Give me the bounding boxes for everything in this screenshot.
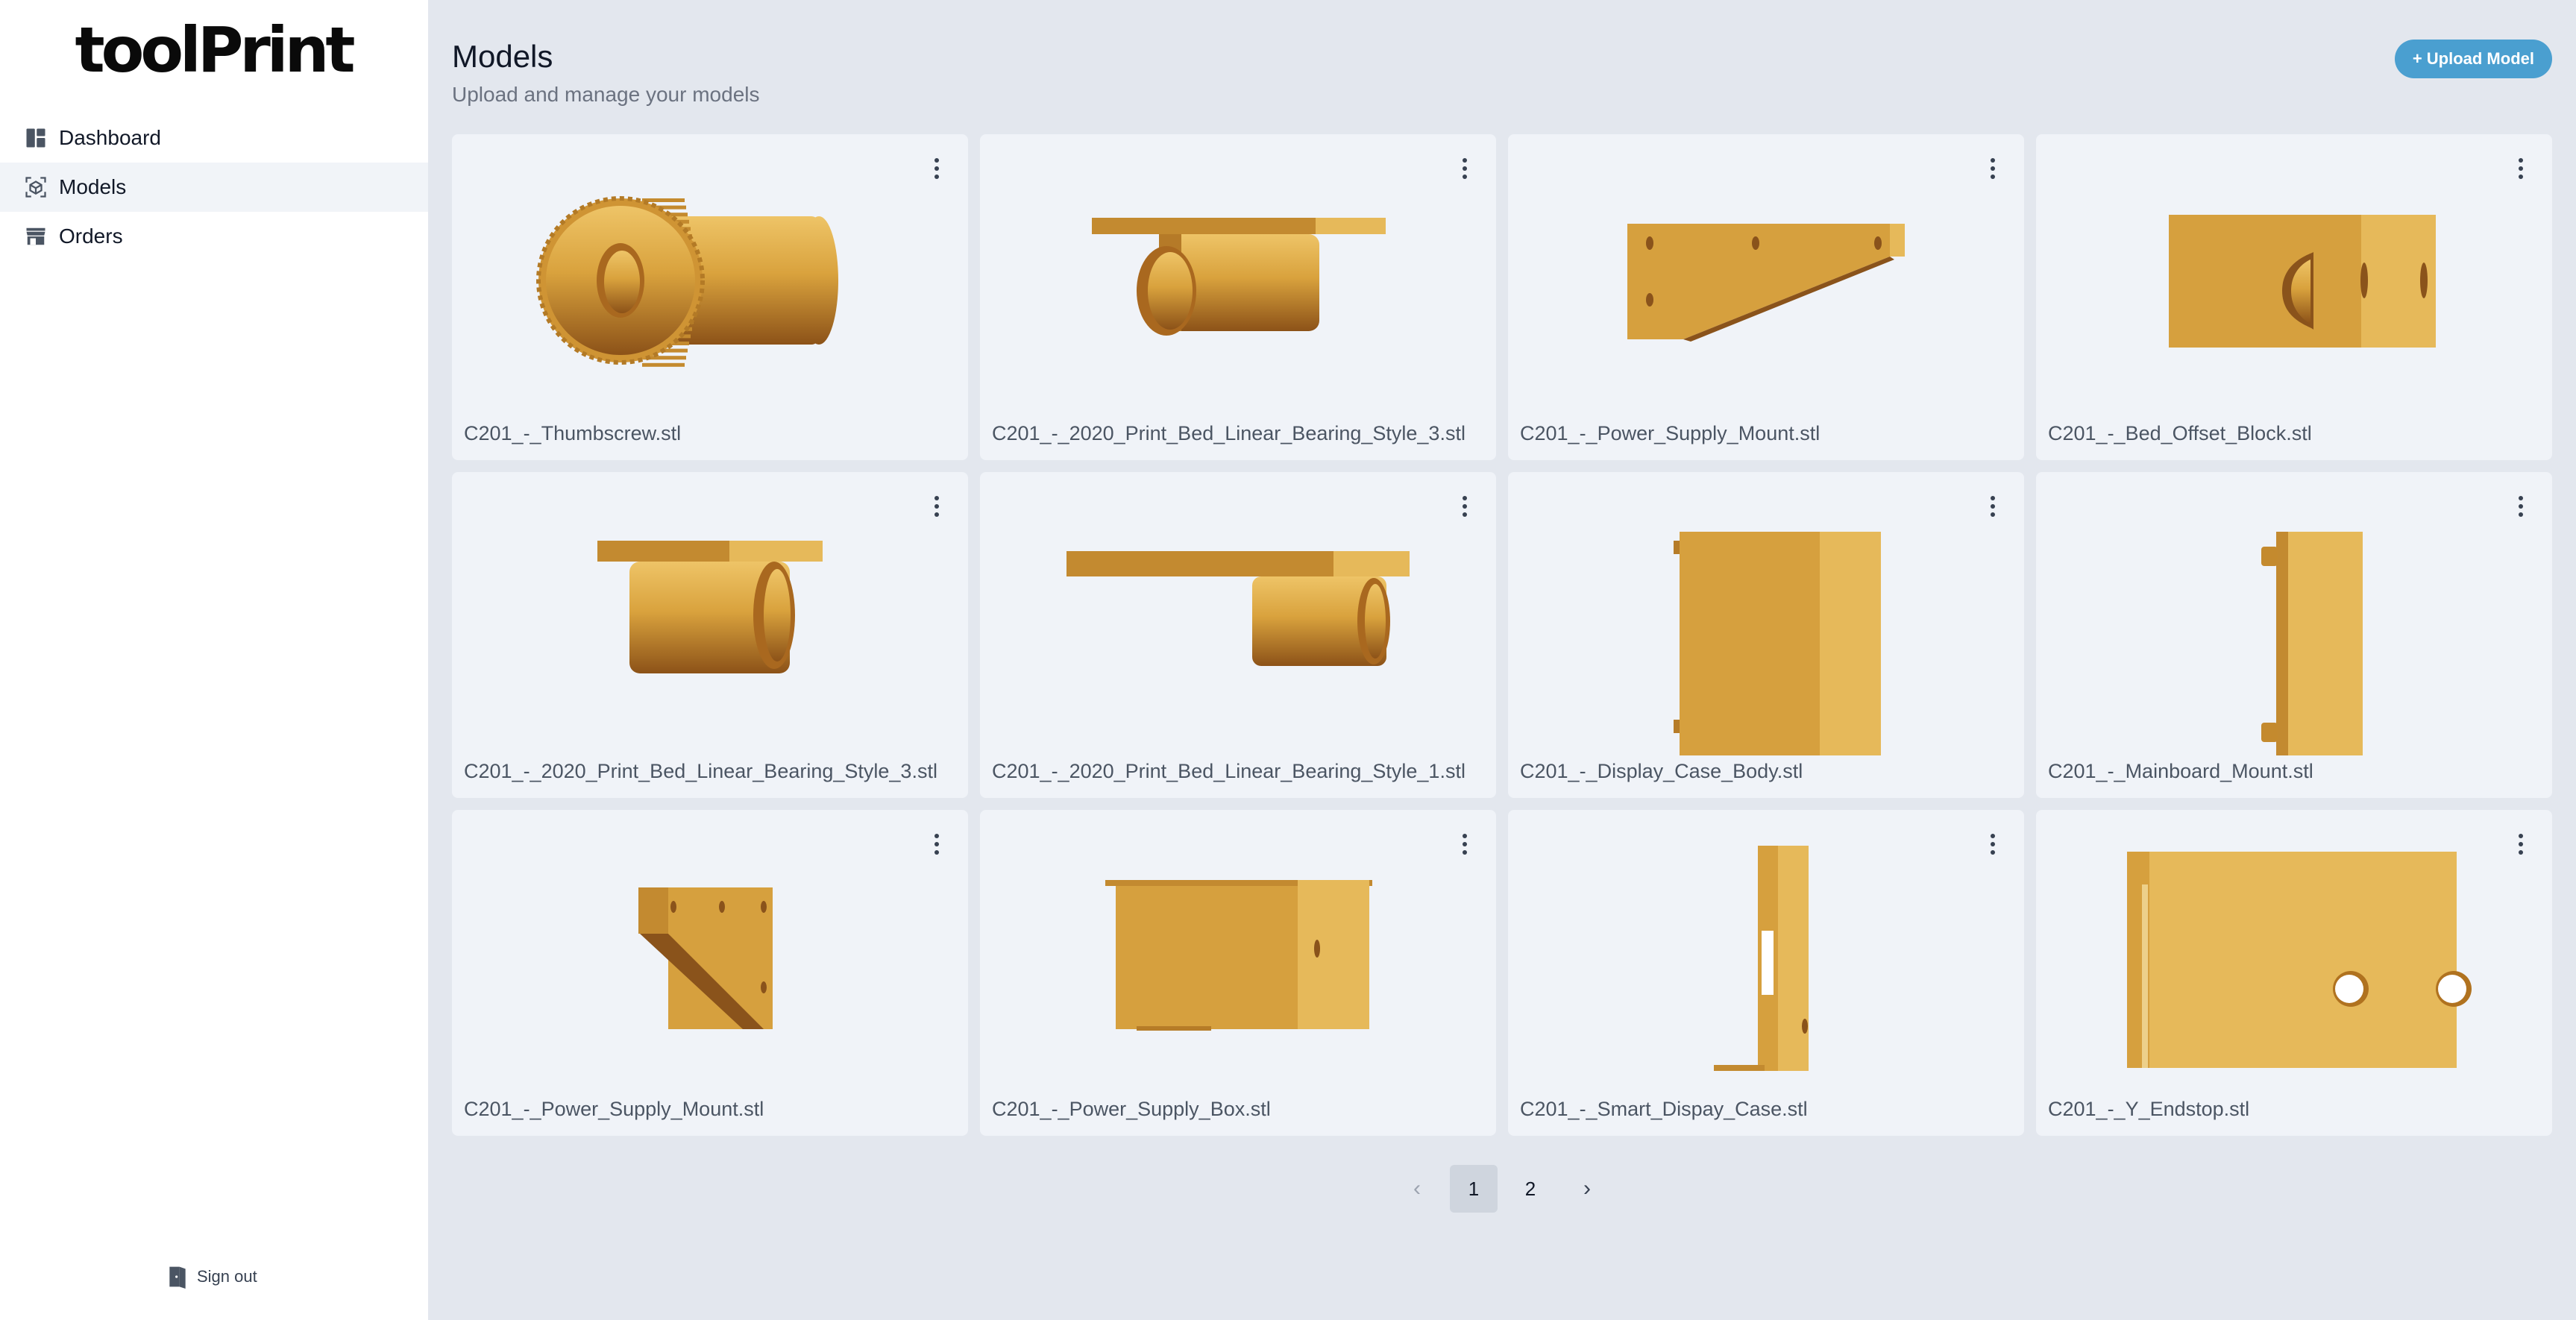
model-preview-image[interactable] (2036, 472, 2552, 755)
model-card[interactable]: C201_-_Thumbscrew.stl (452, 134, 968, 460)
model-card[interactable]: C201_-_2020_Print_Bed_Linear_Bearing_Sty… (452, 472, 968, 798)
pagination: ‹ 1 2 › (428, 1165, 2576, 1213)
model-file-name: C201_-_Smart_Dispay_Case.stl (1520, 1098, 1808, 1120)
model-preview-image[interactable] (452, 810, 968, 1093)
more-options-icon[interactable] (2512, 494, 2530, 518)
sidebar: toolPrint Dashboard Models Orders Sign o… (0, 0, 428, 1320)
model-file-name: C201_-_2020_Print_Bed_Linear_Bearing_Sty… (992, 760, 1466, 782)
main-content: Models Upload and manage your models + U… (428, 0, 2576, 1320)
model-card[interactable]: C201_-_Mainboard_Mount.stl (2036, 472, 2552, 798)
logo[interactable]: toolPrint (75, 13, 355, 87)
sidebar-item-orders[interactable]: Orders (0, 212, 428, 261)
model-preview-image[interactable] (980, 472, 1496, 755)
more-options-icon[interactable] (928, 832, 946, 856)
model-preview-image[interactable] (980, 134, 1496, 418)
model-preview-image[interactable] (1508, 472, 2024, 755)
more-options-icon[interactable] (928, 494, 946, 518)
more-options-icon[interactable] (1456, 157, 1474, 180)
sidebar-item-label: Orders (59, 224, 123, 248)
more-options-icon[interactable] (1456, 494, 1474, 518)
store-icon (25, 225, 47, 248)
model-card[interactable]: C201_-_2020_Print_Bed_Linear_Bearing_Sty… (980, 472, 1496, 798)
dashboard-icon (25, 127, 47, 149)
more-options-icon[interactable] (2512, 832, 2530, 856)
model-preview-image[interactable] (2036, 810, 2552, 1093)
more-options-icon[interactable] (1984, 832, 2002, 856)
more-options-icon[interactable] (1984, 157, 2002, 180)
model-file-name: C201_-_Y_Endstop.stl (2048, 1098, 2250, 1120)
model-card[interactable]: C201_-_Power_Supply_Mount.stl (1508, 134, 2024, 460)
model-card[interactable]: C201_-_Y_Endstop.stl (2036, 810, 2552, 1136)
prev-page-button[interactable]: ‹ (1393, 1165, 1441, 1213)
sidebar-item-dashboard[interactable]: Dashboard (0, 113, 428, 163)
page-2-button[interactable]: 2 (1507, 1165, 1554, 1213)
model-file-name: C201_-_Display_Case_Body.stl (1520, 760, 1803, 782)
sidebar-nav: Dashboard Models Orders (0, 113, 428, 261)
model-grid: C201_-_Thumbscrew.stl C201_-_2020_Print_… (452, 134, 2554, 1136)
model-card[interactable]: C201_-_Display_Case_Body.stl (1508, 472, 2024, 798)
model-preview-image[interactable] (980, 810, 1496, 1093)
model-file-name: C201_-_Power_Supply_Mount.stl (464, 1098, 764, 1120)
model-file-name: C201_-_Mainboard_Mount.stl (2048, 760, 2313, 782)
upload-model-button[interactable]: + Upload Model (2394, 40, 2552, 78)
sidebar-item-label: Dashboard (59, 126, 161, 149)
door-exit-icon (169, 1266, 186, 1289)
next-page-button[interactable]: › (1563, 1165, 1611, 1213)
model-preview-image[interactable] (452, 134, 968, 418)
page-title: Models (452, 39, 553, 74)
sign-out-label: Sign out (197, 1267, 257, 1286)
model-file-name: C201_-_Power_Supply_Box.stl (992, 1098, 1271, 1120)
model-preview-image[interactable] (1508, 134, 2024, 418)
model-card[interactable]: C201_-_Smart_Dispay_Case.stl (1508, 810, 2024, 1136)
model-card[interactable]: C201_-_Power_Supply_Box.stl (980, 810, 1496, 1136)
sidebar-item-models[interactable]: Models (0, 163, 428, 212)
sidebar-item-label: Models (59, 175, 127, 198)
model-file-name: C201_-_Bed_Offset_Block.stl (2048, 422, 2312, 444)
cube-icon (25, 176, 47, 198)
model-card[interactable]: C201_-_Bed_Offset_Block.stl (2036, 134, 2552, 460)
model-file-name: C201_-_2020_Print_Bed_Linear_Bearing_Sty… (992, 422, 1466, 444)
more-options-icon[interactable] (1984, 494, 2002, 518)
model-file-name: C201_-_Power_Supply_Mount.stl (1520, 422, 1821, 444)
model-file-name: C201_-_Thumbscrew.stl (464, 422, 682, 444)
model-preview-image[interactable] (452, 472, 968, 755)
model-preview-image[interactable] (1508, 810, 2024, 1093)
model-preview-image[interactable] (2036, 134, 2552, 418)
more-options-icon[interactable] (1456, 832, 1474, 856)
model-card[interactable]: C201_-_Power_Supply_Mount.stl (452, 810, 968, 1136)
more-options-icon[interactable] (2512, 157, 2530, 180)
page-1-button[interactable]: 1 (1450, 1165, 1498, 1213)
model-file-name: C201_-_2020_Print_Bed_Linear_Bearing_Sty… (464, 760, 937, 782)
more-options-icon[interactable] (928, 157, 946, 180)
sign-out-button[interactable]: Sign out (167, 1265, 257, 1289)
page-subtitle: Upload and manage your models (452, 83, 760, 106)
model-card[interactable]: C201_-_2020_Print_Bed_Linear_Bearing_Sty… (980, 134, 1496, 460)
